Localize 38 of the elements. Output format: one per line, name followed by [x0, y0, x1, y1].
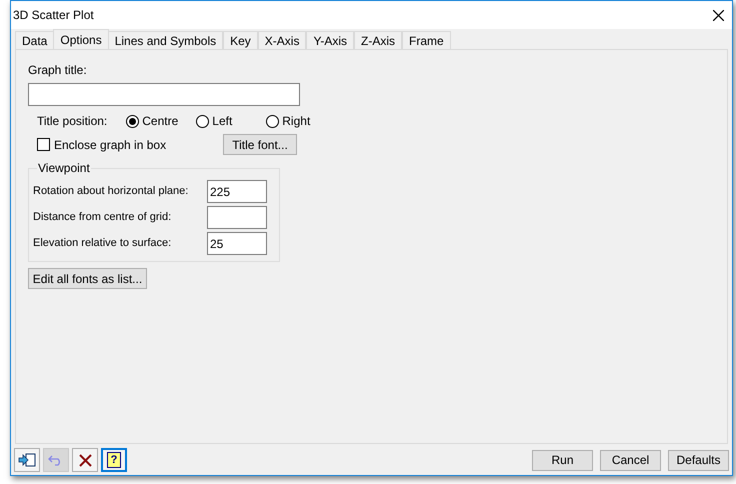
dialog-button[interactable]: Defaults: [668, 450, 729, 470]
tab[interactable]: Data: [15, 31, 54, 49]
number-field[interactable]: 225: [207, 180, 267, 203]
cross-icon: [78, 454, 92, 466]
radio-button[interactable]: [266, 114, 280, 128]
help-button[interactable]: ?: [101, 448, 127, 472]
field-label: Graph title:: [28, 62, 87, 79]
tab[interactable]: Options: [53, 29, 109, 49]
radio-option[interactable]: Left: [196, 112, 252, 130]
field-label: Title position:: [37, 113, 108, 130]
window-title: 3D Scatter Plot: [13, 7, 94, 24]
checkbox[interactable]: [37, 138, 50, 151]
tab[interactable]: Frame: [402, 31, 451, 49]
dialog-button[interactable]: Run: [532, 450, 593, 470]
dialog-button[interactable]: Cancel: [600, 450, 661, 470]
edit-fonts-button[interactable]: Edit all fonts as list...: [28, 268, 147, 289]
clear-button[interactable]: [72, 448, 98, 472]
enclose-checkbox-option[interactable]: Enclose graph in box: [37, 136, 166, 154]
tab[interactable]: Lines and Symbols: [108, 31, 224, 49]
graph-title-field[interactable]: [28, 83, 300, 106]
field-label: Distance from centre of grid:: [33, 210, 172, 226]
radio-option[interactable]: Centre: [126, 112, 182, 130]
load-button[interactable]: [14, 448, 40, 472]
number-field[interactable]: 25: [207, 232, 267, 255]
tab[interactable]: Key: [223, 31, 258, 49]
import-icon: [18, 453, 36, 467]
tab[interactable]: X-Axis: [258, 31, 306, 49]
field-label: Rotation about horizontal plane:: [33, 184, 188, 200]
field-label: Elevation relative to surface:: [33, 236, 172, 252]
tab[interactable]: Y-Axis: [306, 31, 354, 49]
radio-button[interactable]: [196, 114, 210, 128]
title-font-button[interactable]: Title font...: [223, 134, 297, 155]
radio-button[interactable]: [126, 114, 140, 128]
group-title: Viewpoint: [37, 160, 91, 177]
radio-option[interactable]: Right: [266, 112, 322, 130]
tab[interactable]: Z-Axis: [354, 31, 402, 49]
close-icon[interactable]: [713, 10, 724, 20]
number-field[interactable]: [207, 206, 267, 229]
